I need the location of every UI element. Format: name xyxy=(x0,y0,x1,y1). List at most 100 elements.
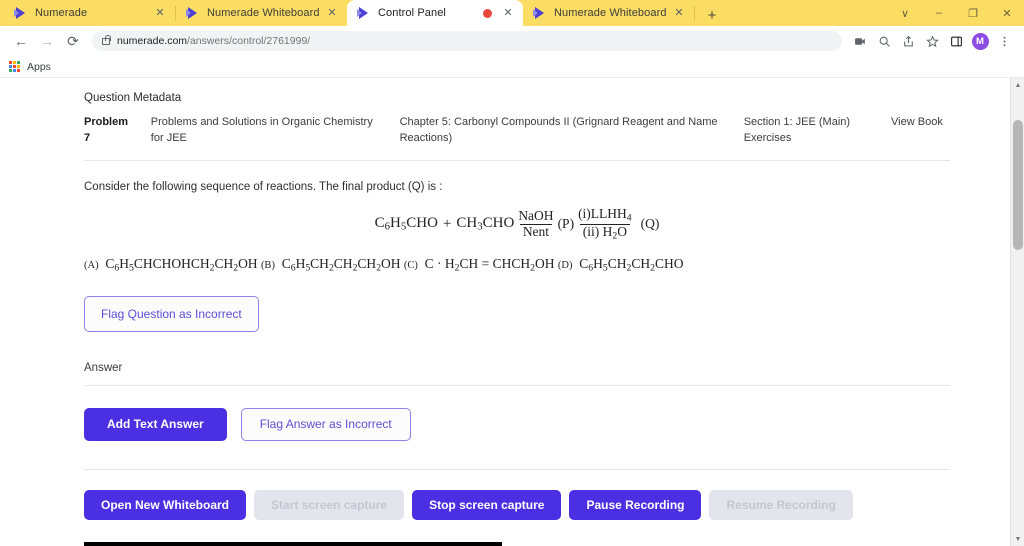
option-tag-a: (A) xyxy=(84,260,99,272)
reload-icon[interactable]: ⟳ xyxy=(60,28,86,54)
option-tag-d: (D) xyxy=(557,260,573,272)
answer-section-label: Answer xyxy=(84,361,123,374)
option-text-d: C6H5CH2CH2CHO xyxy=(575,256,684,274)
question-prompt: Consider the following sequence of react… xyxy=(84,181,443,193)
bookmark-label: Apps xyxy=(27,60,51,73)
resume-recording-button: Resume Recording xyxy=(709,489,853,520)
share-icon[interactable] xyxy=(896,29,920,53)
book-title: Problems and Solutions in Organic Chemis… xyxy=(150,116,373,144)
view-book-link[interactable]: View Book xyxy=(891,114,950,146)
condition-1-numerator: NaOH xyxy=(518,208,554,224)
url-path: /answers/control/2761999/ xyxy=(187,35,311,47)
preview-side-panel: Status: Recording started. Recording tip… xyxy=(502,542,675,546)
equation-intermediate: (P) xyxy=(557,216,575,232)
close-icon[interactable]: ✕ xyxy=(325,6,339,20)
answer-divider xyxy=(84,384,950,386)
numerade-play-icon xyxy=(14,6,28,20)
question-metadata-row: Problem 7 Problems and Solutions in Orga… xyxy=(84,114,950,146)
star-icon[interactable] xyxy=(920,29,944,53)
problem-label: Problem 7 xyxy=(84,114,151,146)
video-camera-icon[interactable] xyxy=(848,29,872,53)
numerade-play-icon xyxy=(533,6,547,20)
browser-window: Numerade ✕ Numerade Whiteboard ✕ Control… xyxy=(0,0,1024,546)
option-tag-c: (C) xyxy=(403,260,418,272)
chevron-down-icon[interactable]: ∨ xyxy=(888,0,922,26)
start-screen-capture-button: Start screen capture xyxy=(254,489,405,520)
avatar-initial: M xyxy=(971,32,989,50)
equation-plus: + xyxy=(442,215,452,232)
flag-question-button[interactable]: Flag Question as Incorrect xyxy=(84,295,259,332)
browser-toolbar: ← → ⟳ numerade.com/answers/control/27619… xyxy=(0,26,1024,56)
recording-divider xyxy=(84,468,950,470)
chapter-title: Chapter 5: Carbonyl Compounds II (Grigna… xyxy=(399,116,718,144)
equation-product: (Q) xyxy=(640,216,660,232)
equation-reactant-2: CH3CHO xyxy=(456,215,515,233)
new-tab-button[interactable]: + xyxy=(699,4,725,26)
flag-answer-button[interactable]: Flag Answer as Incorrect xyxy=(240,407,411,441)
option-text-b: C6H5CH2CH2CH2OH xyxy=(278,256,401,274)
tab-title: Numerade Whiteboard xyxy=(554,7,667,19)
close-window-button[interactable]: ✕ xyxy=(990,0,1024,26)
url-host: numerade.com xyxy=(117,35,188,47)
tab-strip: Numerade ✕ Numerade Whiteboard ✕ Control… xyxy=(0,0,1024,26)
bookmarks-bar: Apps xyxy=(0,56,1024,78)
forward-icon[interactable]: → xyxy=(34,28,60,54)
tab-title: Numerade Whiteboard xyxy=(207,7,320,19)
equation-reactant-1: C6H5CHO xyxy=(374,215,438,233)
window-controls: ∨ – ❐ ✕ xyxy=(888,0,1024,26)
page-viewport: Question Metadata Problem 7 Problems and… xyxy=(0,78,1024,546)
maximize-button[interactable]: ❐ xyxy=(956,0,990,26)
numerade-play-icon xyxy=(357,6,371,20)
stop-screen-capture-button[interactable]: Stop screen capture xyxy=(412,489,562,520)
tab-title: Control Panel xyxy=(378,7,446,19)
three-dot-menu-icon[interactable] xyxy=(992,29,1016,53)
browser-tab-4[interactable]: Numerade Whiteboard ✕ xyxy=(523,0,694,26)
browser-tab-1[interactable]: Numerade ✕ xyxy=(4,0,175,26)
address-bar[interactable]: numerade.com/answers/control/2761999/ xyxy=(92,31,842,51)
preview-row: Video preview will appear here after rec… xyxy=(84,541,950,546)
answer-action-buttons: Add Text Answer Flag Answer as Incorrect xyxy=(84,407,950,441)
back-icon[interactable]: ← xyxy=(8,28,34,54)
close-icon[interactable]: ✕ xyxy=(501,6,515,20)
apps-grid-icon xyxy=(9,61,20,72)
problem-number: 7 xyxy=(84,132,91,144)
tab-separator xyxy=(694,5,695,21)
recording-indicator-icon xyxy=(483,8,492,18)
recording-controls: Open New Whiteboard Start screen capture… xyxy=(84,489,950,520)
option-text-c: C · H2CH = CHCH2OH xyxy=(421,256,555,274)
side-panel-icon[interactable] xyxy=(944,29,968,53)
answer-options: (A) C6H5CHCHOHCH2CH2OH (B) C6H5CH2CH2CH2… xyxy=(84,255,950,277)
option-text-a: C6H5CHCHOHCH2CH2OH xyxy=(101,256,258,274)
minimize-button[interactable]: – xyxy=(922,0,956,26)
video-preview-box: Video preview will appear here after rec… xyxy=(84,541,502,546)
add-text-answer-button[interactable]: Add Text Answer xyxy=(84,407,227,441)
bookmark-apps[interactable]: Apps xyxy=(9,61,51,73)
open-new-whiteboard-button[interactable]: Open New Whiteboard xyxy=(84,489,247,520)
page-content: Question Metadata Problem 7 Problems and… xyxy=(0,78,1010,546)
close-icon[interactable]: ✕ xyxy=(672,6,686,20)
browser-tab-3-active[interactable]: Control Panel ✕ xyxy=(347,0,523,26)
section-title: Section 1: JEE (Main) Exercises xyxy=(743,116,851,144)
condition-2-denominator: (ii) H2O xyxy=(579,223,630,242)
equation-condition-2: (i)LLHH4 (ii) H2O xyxy=(575,207,635,241)
numerade-play-icon xyxy=(186,6,200,20)
profile-avatar[interactable]: M xyxy=(968,29,992,53)
pause-recording-button[interactable]: Pause Recording xyxy=(569,489,702,520)
page-scrollbar[interactable]: ▲ ▼ xyxy=(1010,78,1024,546)
equation-condition-1: NaOH Nent xyxy=(515,208,556,239)
tab-title: Numerade xyxy=(35,7,88,19)
close-icon[interactable]: ✕ xyxy=(153,6,167,20)
lock-icon xyxy=(102,34,111,45)
reaction-equation: C6H5CHO + CH3CHO NaOH Nent (P) (i)LLHH4 … xyxy=(84,207,950,241)
condition-1-denominator: Nent xyxy=(519,223,553,239)
option-tag-b: (B) xyxy=(260,260,275,272)
search-icon[interactable] xyxy=(872,29,896,53)
problem-label-text: Problem xyxy=(84,116,129,128)
scrollbar-thumb[interactable] xyxy=(1013,120,1023,250)
scroll-up-icon[interactable]: ▲ xyxy=(1011,78,1024,92)
metadata-divider xyxy=(84,160,950,161)
scroll-down-icon[interactable]: ▼ xyxy=(1011,532,1024,546)
browser-tab-2[interactable]: Numerade Whiteboard ✕ xyxy=(176,0,347,26)
question-metadata-heading: Question Metadata xyxy=(84,92,182,104)
toolbar-icons: M xyxy=(848,29,1016,53)
